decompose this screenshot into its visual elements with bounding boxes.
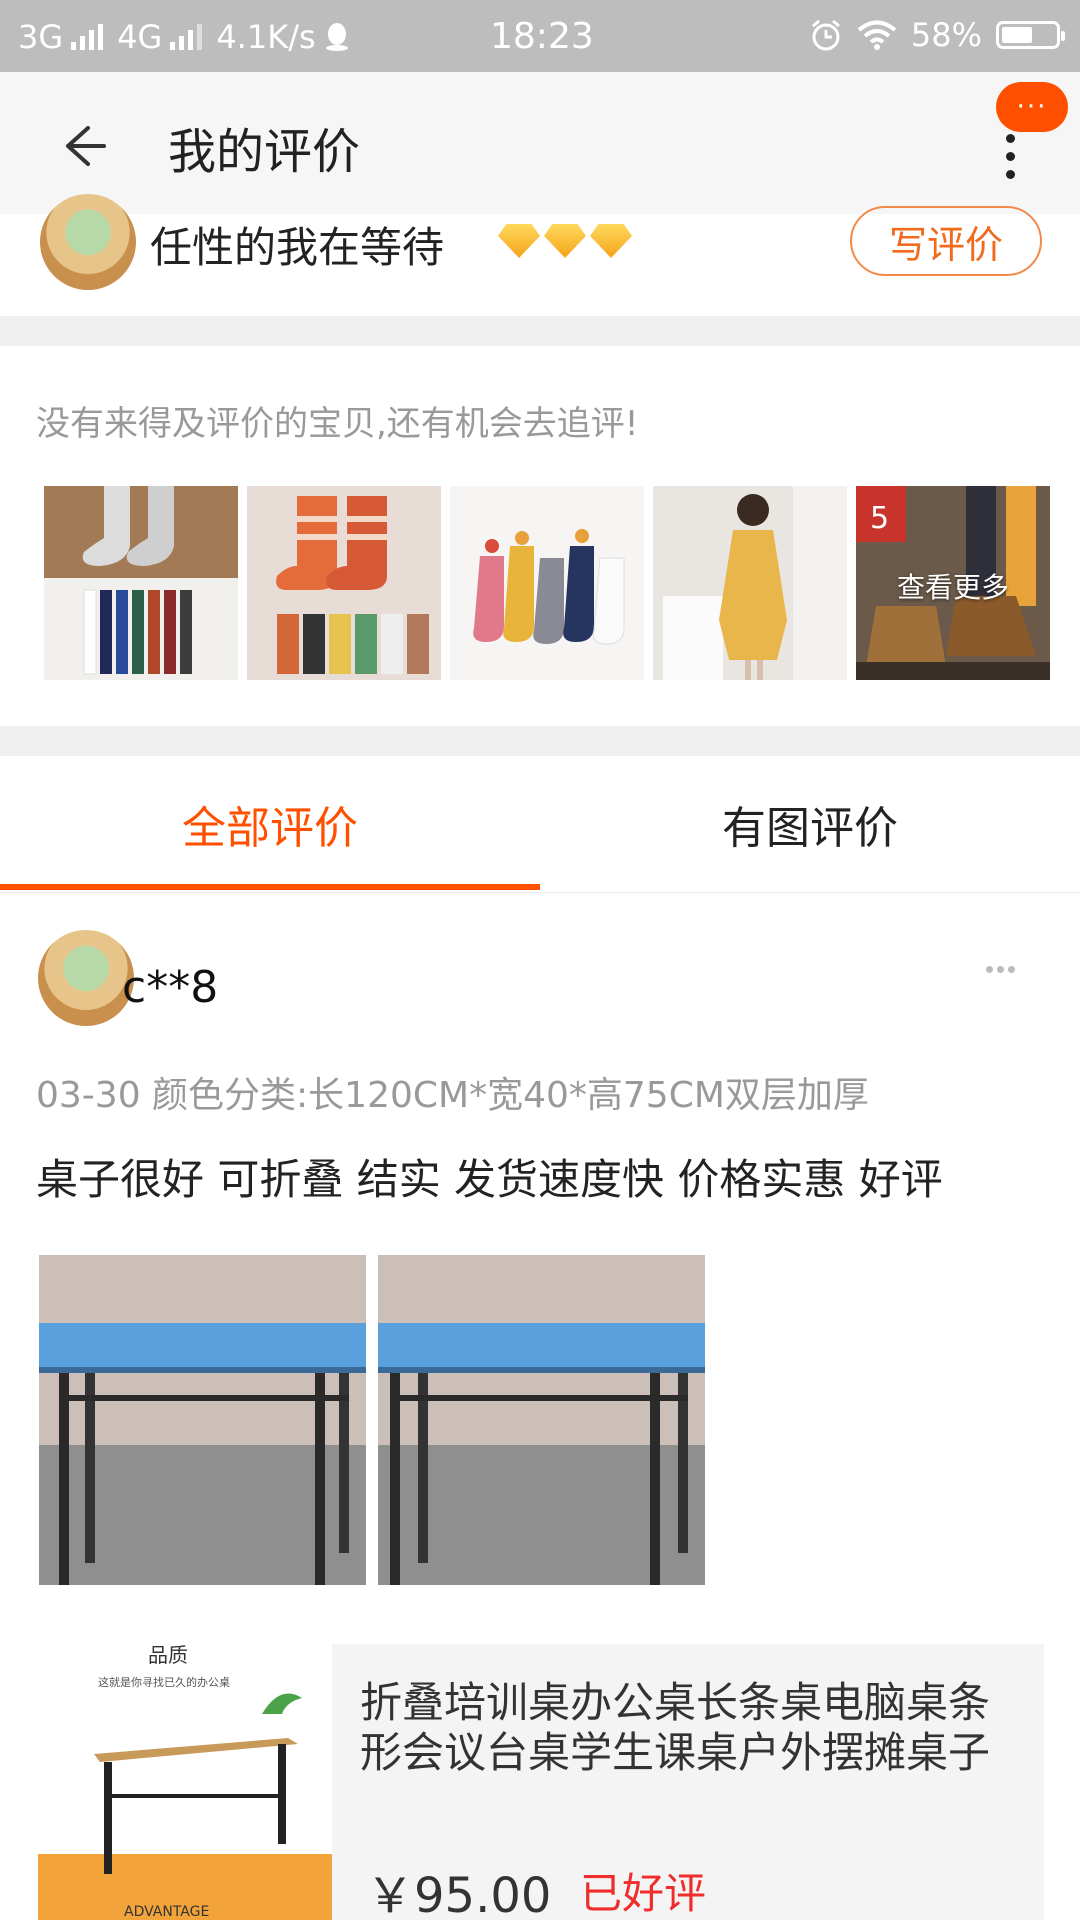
diamond-icon	[544, 224, 586, 258]
status-right: 58%	[809, 16, 1065, 54]
reviewer-name: c**8	[122, 962, 219, 1013]
status-time: 18:23	[490, 16, 594, 57]
pending-review-hint: 没有来得及评价的宝贝,还有机会去追评!	[36, 404, 639, 444]
battery-fill	[1002, 27, 1032, 43]
pending-review-list: 5 查看更多	[44, 486, 1050, 680]
message-badge[interactable]: ···	[996, 82, 1068, 132]
pending-product-thumb[interactable]	[247, 486, 441, 680]
kids-socks-image	[450, 486, 644, 680]
diamond-icon	[498, 224, 540, 258]
product-card[interactable]: 品质 这就是你寻找已久的办公桌 ADVANTAGE 折叠培训桌办公桌长条桌电脑桌…	[38, 1644, 1044, 1920]
product-image-subtext: 这就是你寻找已久的办公桌	[98, 1675, 230, 1689]
product-price: ￥95.00	[366, 1868, 552, 1920]
review-text: 桌子很好 可折叠 结实 发货速度快 价格实惠 好评	[36, 1155, 943, 1204]
signal-icon	[71, 24, 104, 50]
signal-icon	[170, 24, 203, 50]
user-avatar[interactable]	[40, 194, 136, 290]
user-profile-row: 任性的我在等待 写评价	[0, 194, 1080, 314]
pending-product-thumb[interactable]	[653, 486, 847, 680]
striped-socks-image	[247, 486, 441, 680]
status-bar: 3G 4G 4.1K/s 18:23 58%	[0, 0, 1080, 72]
back-arrow-icon[interactable]	[52, 116, 112, 176]
pending-product-thumb[interactable]	[450, 486, 644, 680]
active-tab-indicator	[0, 884, 540, 890]
battery-icon	[996, 21, 1065, 49]
product-image-text: 品质	[148, 1644, 188, 1667]
product-image: 品质 这就是你寻找已久的办公桌 ADVANTAGE	[38, 1644, 332, 1920]
tab-all-reviews[interactable]: 全部评价	[0, 756, 540, 892]
section-divider	[0, 316, 1080, 346]
table-photo-image	[378, 1255, 705, 1585]
pending-product-thumb[interactable]	[44, 486, 238, 680]
network-4g-label: 4G	[117, 18, 163, 56]
page-title: 我的评价	[168, 124, 361, 180]
review-tabs: 全部评价 有图评价	[0, 756, 1080, 893]
write-review-button[interactable]: 写评价	[850, 206, 1042, 276]
review-meta: 03-30 颜色分类:长120CM*宽40*高75CM双层加厚	[36, 1075, 869, 1116]
review-photo[interactable]	[39, 1255, 366, 1585]
yellow-dress-image	[653, 486, 847, 680]
status-left: 3G 4G 4.1K/s	[18, 18, 350, 56]
user-level-gems	[498, 224, 632, 258]
review-photo[interactable]	[378, 1255, 705, 1585]
tab-photo-reviews[interactable]: 有图评价	[540, 756, 1080, 892]
view-more-thumb[interactable]: 5 查看更多	[856, 486, 1050, 680]
section-divider	[0, 726, 1080, 756]
qq-icon	[325, 23, 348, 51]
wifi-icon	[857, 20, 897, 50]
product-title: 折叠培训桌办公桌长条桌电脑桌条形会议台桌学生课桌户外摆摊桌子	[360, 1678, 991, 1777]
review-status: 已好评	[580, 1869, 707, 1918]
network-3g-label: 3G	[18, 18, 64, 56]
folding-table-image: 品质 这就是你寻找已久的办公桌 ADVANTAGE	[38, 1644, 332, 1920]
network-speed: 4.1K/s	[216, 18, 316, 56]
table-photo-image	[39, 1255, 366, 1585]
reviewer-avatar[interactable]	[38, 930, 134, 1026]
product-image-caption: ADVANTAGE	[124, 1904, 209, 1920]
app-header: 我的评价	[0, 72, 1080, 214]
view-more-label: 查看更多	[896, 571, 1009, 604]
svg-text:5: 5	[870, 501, 889, 536]
alarm-icon	[811, 19, 840, 51]
review-photos	[39, 1255, 705, 1585]
diamond-icon	[590, 224, 632, 258]
review-more-icon[interactable]	[986, 954, 1022, 984]
socks-image	[44, 486, 238, 680]
battery-percent: 58%	[910, 16, 982, 54]
user-name: 任性的我在等待	[150, 223, 445, 272]
